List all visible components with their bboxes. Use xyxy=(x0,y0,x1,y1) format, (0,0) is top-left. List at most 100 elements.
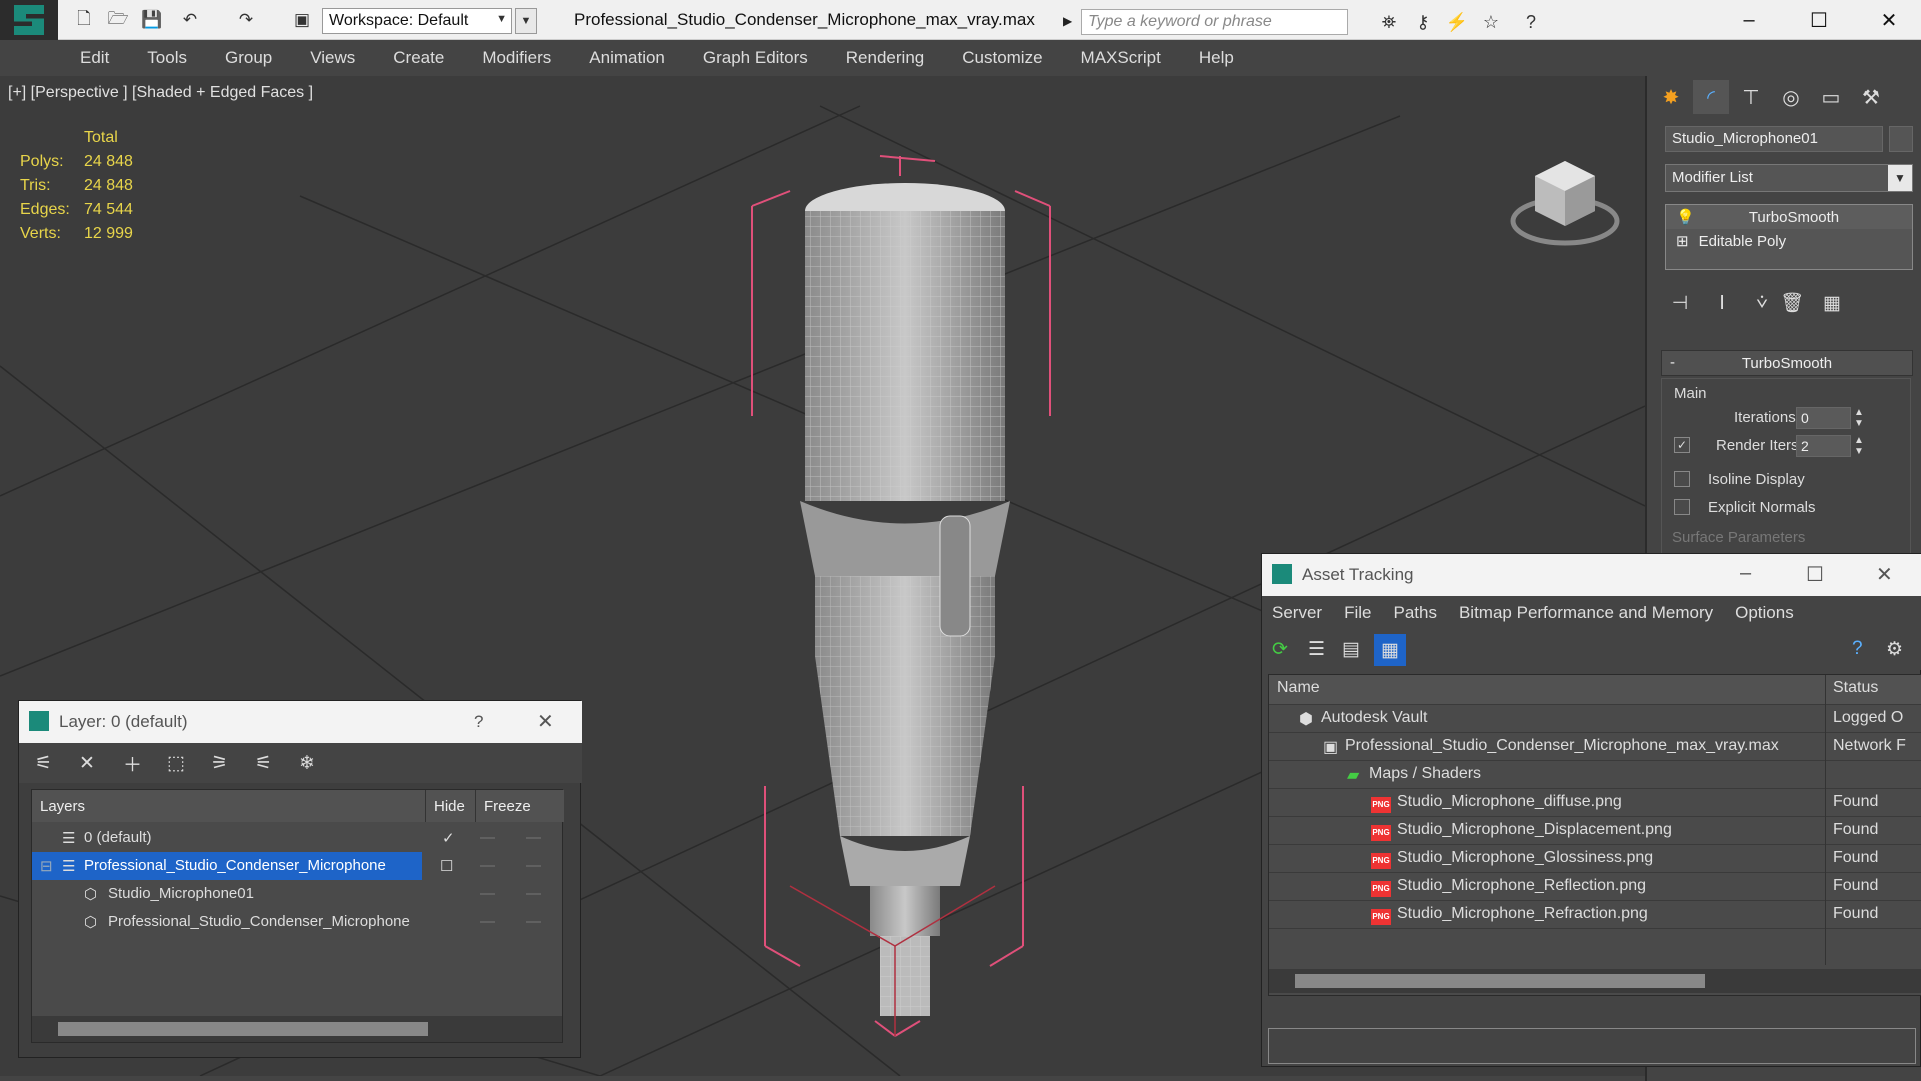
hide-toggle[interactable]: — xyxy=(480,857,495,874)
menu-bitmap-performance[interactable]: Bitmap Performance and Memory xyxy=(1459,603,1713,623)
layer-window-titlebar[interactable]: Layer: 0 (default) ? ✕ xyxy=(19,701,582,743)
column-header-freeze[interactable]: Freeze xyxy=(476,790,564,822)
maximize-icon[interactable]: ☐ xyxy=(1784,0,1854,40)
active-check-icon[interactable]: ✓ xyxy=(442,829,455,847)
search-input[interactable]: Type a keyword or phrase xyxy=(1081,9,1348,35)
render-iters-spinner[interactable]: 2 xyxy=(1796,435,1851,457)
project-icon[interactable]: ▣ xyxy=(290,8,314,32)
app-logo-icon[interactable] xyxy=(0,0,58,40)
hide-toggle[interactable]: — xyxy=(480,829,495,846)
menu-options[interactable]: Options xyxy=(1735,603,1794,623)
freeze-toggle[interactable]: — xyxy=(526,913,541,930)
column-header-status[interactable]: Status xyxy=(1833,679,1878,697)
new-file-icon[interactable]: 🗋 xyxy=(72,8,96,32)
freeze-layers-icon[interactable]: ❄ xyxy=(299,752,343,775)
freeze-toggle[interactable]: — xyxy=(526,857,541,874)
active-layer-checkbox[interactable]: ☐ xyxy=(440,857,453,875)
highlight-layer-icon[interactable]: ⚞ xyxy=(211,752,255,775)
asset-row[interactable]: ▰ Maps / Shaders xyxy=(1269,761,1921,789)
settings-icon[interactable]: ⚙ xyxy=(1886,638,1903,661)
minimize-icon[interactable]: – xyxy=(1740,562,1751,585)
menu-paths[interactable]: Paths xyxy=(1393,603,1436,623)
menu-views[interactable]: Views xyxy=(310,48,355,68)
help-icon[interactable]: ? xyxy=(1518,9,1544,35)
help-icon[interactable]: ? xyxy=(1852,638,1863,660)
modifier-list-dropdown[interactable]: Modifier List ▼ xyxy=(1665,164,1913,192)
asset-row[interactable]: ▣ Professional_Studio_Condenser_Micropho… xyxy=(1269,733,1921,761)
asset-row[interactable]: PNG Studio_Microphone_Displacement.png F… xyxy=(1269,817,1921,845)
close-icon[interactable]: ✕ xyxy=(1876,562,1893,587)
redo-icon[interactable]: ↷ xyxy=(234,8,258,32)
layer-row[interactable]: ☰ 0 (default) ✓ — — xyxy=(32,824,562,852)
show-end-result-icon[interactable]: Ⅰ xyxy=(1707,288,1737,318)
configure-sets-icon[interactable]: ▦ xyxy=(1817,288,1847,318)
asset-row[interactable]: ⬢ Autodesk Vault Logged O xyxy=(1269,705,1921,733)
workspace-menu-button[interactable]: ▼ xyxy=(515,8,537,34)
freeze-toggle[interactable]: — xyxy=(526,885,541,902)
add-to-layer-icon[interactable]: ＋ xyxy=(123,750,167,777)
menu-tools[interactable]: Tools xyxy=(147,48,187,68)
object-color-swatch[interactable] xyxy=(1889,126,1913,152)
object-name-field[interactable]: Studio_Microphone01 xyxy=(1665,126,1883,152)
hide-toggle[interactable]: — xyxy=(480,885,495,902)
spinner-arrows-icon[interactable]: ▲ ▼ xyxy=(1854,407,1864,429)
menu-customize[interactable]: Customize xyxy=(962,48,1042,68)
workspace-dropdown[interactable]: Workspace: Default ▼ xyxy=(322,8,512,34)
lightbulb-icon[interactable]: 💡 xyxy=(1676,208,1695,226)
save-icon[interactable]: 💾 xyxy=(140,8,164,32)
asset-row[interactable]: PNG Studio_Microphone_diffuse.png Found xyxy=(1269,789,1921,817)
collapse-icon[interactable]: ⊟ xyxy=(40,857,53,875)
menu-create[interactable]: Create xyxy=(393,48,444,68)
column-header-name[interactable]: Name xyxy=(1277,679,1320,697)
undo-icon[interactable]: ↶ xyxy=(178,8,202,32)
expand-icon[interactable]: ⊞ xyxy=(1676,232,1689,250)
close-icon[interactable]: ✕ xyxy=(1854,0,1921,40)
binoculars-icon[interactable]: ⛯ xyxy=(1376,9,1402,35)
isoline-display-checkbox[interactable] xyxy=(1674,471,1690,487)
utilities-tab-icon[interactable]: ⚒ xyxy=(1853,80,1889,114)
open-file-icon[interactable]: 🗁 xyxy=(106,8,130,32)
connect-icon[interactable]: ⚡ xyxy=(1444,9,1470,35)
list-view-icon[interactable]: ☰ xyxy=(1308,638,1325,661)
asset-window-titlebar[interactable]: Asset Tracking – ☐ ✕ xyxy=(1262,554,1921,596)
help-icon[interactable]: ? xyxy=(474,712,483,732)
menu-server[interactable]: Server xyxy=(1272,603,1322,623)
horizontal-scrollbar[interactable] xyxy=(32,1016,562,1042)
menu-group[interactable]: Group xyxy=(225,48,272,68)
layer-row[interactable]: ⊟ ☰ Professional_Studio_Condenser_Microp… xyxy=(32,852,562,880)
scrollbar-thumb[interactable] xyxy=(1295,974,1705,988)
freeze-toggle[interactable]: — xyxy=(526,829,541,846)
horizontal-scrollbar[interactable] xyxy=(1269,969,1921,993)
menu-help[interactable]: Help xyxy=(1199,48,1234,68)
hide-toggle[interactable]: — xyxy=(480,913,495,930)
explicit-normals-checkbox[interactable] xyxy=(1674,499,1690,515)
column-header-layers[interactable]: Layers xyxy=(32,790,426,822)
make-unique-icon[interactable]: ⩒ xyxy=(1747,288,1777,318)
play-icon[interactable]: ▶ xyxy=(1063,10,1077,32)
close-icon[interactable]: ✕ xyxy=(537,709,554,734)
stack-item-turbosmooth[interactable]: 💡 TurboSmooth xyxy=(1666,205,1912,229)
menu-edit[interactable]: Edit xyxy=(80,48,109,68)
asset-row[interactable]: PNG Studio_Microphone_Refraction.png Fou… xyxy=(1269,901,1921,929)
menu-modifiers[interactable]: Modifiers xyxy=(482,48,551,68)
viewport-label[interactable]: [+] [Perspective ] [Shaded + Edged Faces… xyxy=(8,84,313,102)
menu-file[interactable]: File xyxy=(1344,603,1371,623)
hide-layers-icon[interactable]: ⚟ xyxy=(255,752,299,775)
stack-item-editable-poly[interactable]: ⊞ Editable Poly xyxy=(1666,229,1912,253)
key-icon[interactable]: ⚷ xyxy=(1410,9,1436,35)
pin-stack-icon[interactable]: ⊣ xyxy=(1665,288,1695,318)
minimize-icon[interactable]: – xyxy=(1714,0,1784,40)
menu-animation[interactable]: Animation xyxy=(589,48,665,68)
remove-modifier-icon[interactable]: 🗑 xyxy=(1777,288,1807,318)
select-objects-icon[interactable]: ⬚ xyxy=(167,752,211,775)
hierarchy-tab-icon[interactable]: ⊤ xyxy=(1733,80,1769,114)
menu-maxscript[interactable]: MAXScript xyxy=(1081,48,1161,68)
modify-tab-icon[interactable]: ◜ xyxy=(1693,80,1729,114)
asset-row[interactable]: PNG Studio_Microphone_Reflection.png Fou… xyxy=(1269,873,1921,901)
asset-row[interactable]: PNG Studio_Microphone_Glossiness.png Fou… xyxy=(1269,845,1921,873)
layer-row[interactable]: ⬡ Professional_Studio_Condenser_Micropho… xyxy=(32,908,562,936)
star-icon[interactable]: ☆ xyxy=(1478,9,1504,35)
refresh-icon[interactable]: ⟳ xyxy=(1272,638,1288,661)
render-iters-checkbox[interactable]: ✓ xyxy=(1674,437,1690,453)
delete-layer-icon[interactable]: ✕ xyxy=(79,752,123,775)
